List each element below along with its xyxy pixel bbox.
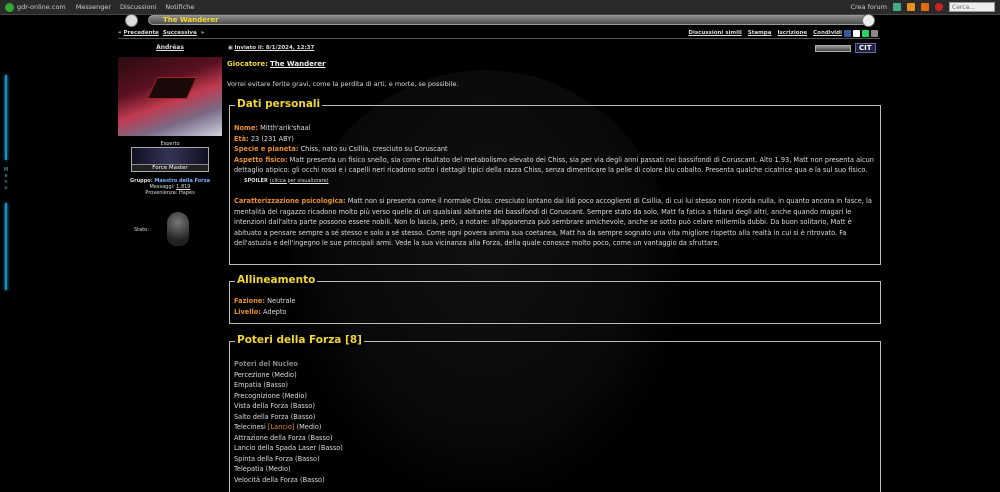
menu-bar-bottom <box>5 203 7 290</box>
next-link[interactable]: Successiva <box>163 30 197 36</box>
avatar <box>118 57 222 136</box>
divider <box>118 38 880 39</box>
facebook-icon[interactable] <box>844 30 851 37</box>
power-item: Telepatia (Medio) <box>234 465 291 473</box>
power-item: Spinta della Forza (Basso) <box>234 454 320 463</box>
power-item: Telecinesi [Lancio] (Medio) <box>234 423 322 431</box>
thread-title: The Wanderer <box>163 16 219 24</box>
spoiler-toggle[interactable]: SPOILER (clicca per visualizzare) <box>244 176 876 187</box>
alignment-box: Allineamento Fazione: Neutrale Livello: … <box>229 274 881 324</box>
status-label: Stato: <box>134 227 149 233</box>
thread-title-bar: The Wanderer <box>118 14 880 27</box>
power-item: Velocità della Forza (Basso) <box>234 475 325 484</box>
top-bar: gdr-online.com Messenger Discussioni Not… <box>0 0 1000 15</box>
x-icon[interactable] <box>853 30 860 37</box>
jedi-emblem-icon <box>125 14 138 27</box>
power-item: Vista della Forza (Basso) <box>234 402 315 410</box>
rss-icon[interactable] <box>907 3 915 11</box>
share-link[interactable]: Condividi <box>813 30 842 36</box>
personal-data-legend: Dati personali <box>235 98 323 111</box>
email-icon[interactable] <box>871 30 878 37</box>
print-link[interactable]: Stampa <box>748 30 772 36</box>
force-powers-box: Poteri della Forza [8] Poteri del Nucleo… <box>229 334 881 492</box>
power-item: Attrazione della Forza (Basso) <box>234 433 333 442</box>
bookmark-icon[interactable] <box>921 3 929 11</box>
nav-notifiche[interactable]: Notifiche <box>165 3 194 11</box>
site-logo[interactable]: gdr-online.com <box>5 2 66 12</box>
power-item: Precognizione (Medio) <box>234 391 307 400</box>
power-item: Lancio della Spada Laser (Basso) <box>234 444 343 452</box>
thread-pagination: « Precedente Successiva» <box>118 30 205 36</box>
shield-icon[interactable] <box>893 3 901 11</box>
quote-buttons: CIT <box>815 43 876 53</box>
power-icon[interactable] <box>935 3 943 11</box>
title-pill <box>148 15 868 25</box>
power-item: Empatia (Basso) <box>234 381 288 389</box>
prev-link[interactable]: Precedente <box>123 30 158 36</box>
force-powers-legend: Poteri della Forza [8] <box>235 334 364 347</box>
quote-button[interactable]: CIT <box>855 43 876 53</box>
alignment-legend: Allineamento <box>235 274 318 287</box>
top-nav: Messenger Discussioni Notifiche <box>76 3 195 11</box>
author-meta: Gruppo: Maestro della Forza Messaggi: 1.… <box>130 178 210 196</box>
site-logo-icon <box>5 2 14 12</box>
create-forum-link[interactable]: Crea forum <box>850 3 887 11</box>
whatsapp-icon[interactable] <box>862 30 869 37</box>
nav-discussioni[interactable]: Discussioni <box>120 3 156 11</box>
empire-emblem-icon <box>862 14 875 27</box>
quote-bar[interactable] <box>815 44 851 52</box>
power-item: Salto della Forza (Basso) <box>234 412 316 421</box>
search-input[interactable]: Cerca... <box>949 2 995 12</box>
similar-discussions-link[interactable]: Discussioni simili <box>688 30 741 36</box>
side-menu-tab[interactable]: Menu <box>0 75 12 290</box>
power-item: Percezione (Medio) <box>234 370 297 379</box>
share-icons <box>844 30 878 37</box>
menu-label: Menu <box>3 167 9 191</box>
post-date: ▣ Inviato il: 8/1/2024, 12:37 <box>228 45 315 51</box>
menu-bar-top <box>5 75 7 160</box>
personal-data-box: Dati personali Nome: Mitth'arik'shaal Et… <box>229 98 881 265</box>
site-name: gdr-online.com <box>17 3 66 11</box>
player-name[interactable]: The Wanderer <box>270 60 326 68</box>
powers-heading: Poteri del Nucleo <box>234 360 298 368</box>
intro-text: Vorrei evitare ferite gravi, come la per… <box>227 80 459 88</box>
player-line: Giocatore: The Wanderer <box>227 60 326 68</box>
rank-badge: Force Master <box>131 147 209 172</box>
thread-actions: Discussioni simili Stampa Iscrizione Con… <box>688 30 842 36</box>
top-right: Crea forum Cerca... <box>850 2 995 12</box>
origin: Hapes <box>179 190 195 196</box>
subscribe-link[interactable]: Iscrizione <box>777 30 807 36</box>
author-name[interactable]: Andréas <box>118 44 222 51</box>
status-mask-icon <box>167 212 189 246</box>
nav-messenger[interactable]: Messenger <box>76 3 111 11</box>
